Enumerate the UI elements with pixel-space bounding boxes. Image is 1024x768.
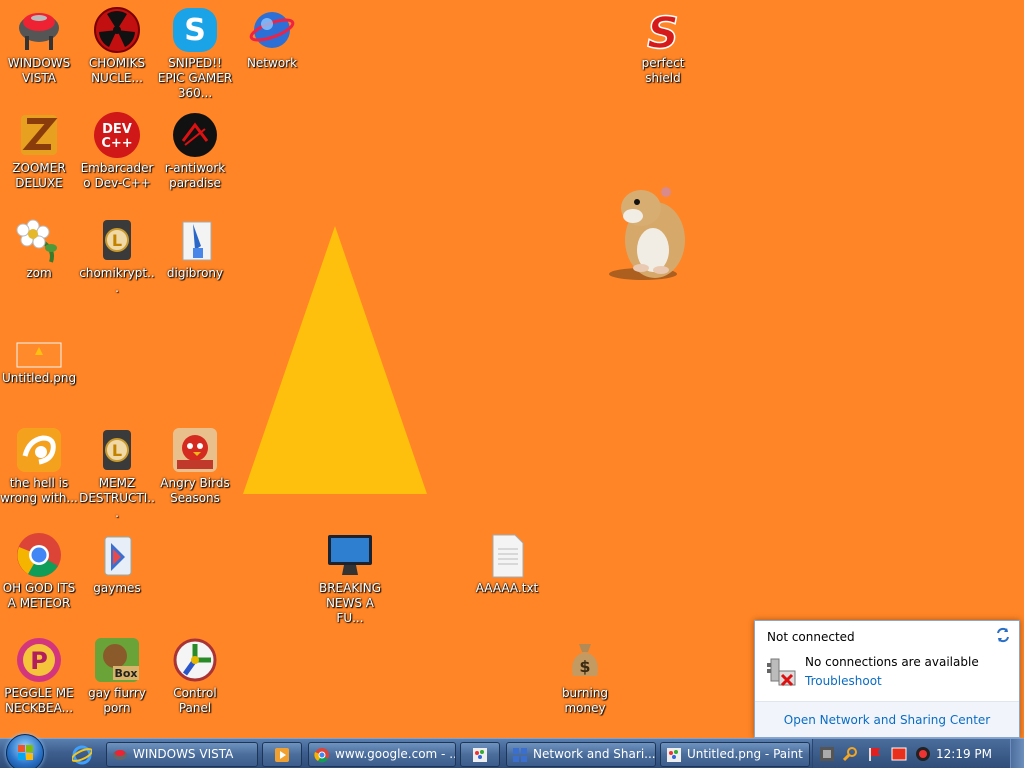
zoomer-icon [15, 111, 63, 159]
desktop-icon-oh-god-its-a-meteor[interactable]: OH GOD ITS A METEOR [0, 531, 78, 611]
svg-text:DEV: DEV [102, 122, 132, 137]
desktop-icon-zom[interactable]: zom [0, 216, 78, 281]
desktop-icon-angry-birds-seasons[interactable]: Angry Birds Seasons [156, 426, 234, 506]
skype-icon: S [171, 6, 219, 54]
desktop-icon-embarcadero-devcpp[interactable]: DEV C++ Embarcadero Dev-C++ [78, 111, 156, 191]
network-globe-icon [248, 6, 296, 54]
clock[interactable]: 12:19 PM [936, 747, 992, 761]
peggle-icon: P [15, 636, 63, 684]
red-app-icon[interactable] [891, 746, 907, 762]
desktop-icon-breaking-news[interactable]: BREAKING NEWS A FU... [311, 531, 389, 626]
desktop-icon-perfect-shield[interactable]: S perfect shield [624, 6, 702, 86]
desktop-icon-control-panel[interactable]: Control Panel [156, 636, 234, 716]
network-sharing-icon [512, 747, 528, 763]
uc-browser-icon [15, 426, 63, 474]
tray-app-icon[interactable] [819, 746, 835, 762]
media-player-icon [274, 747, 290, 763]
desktop-icon-windows-vista[interactable]: WINDOWS VISTA [0, 6, 78, 86]
flyout-message: No connections are available [805, 655, 979, 669]
desktop-icon-untitled-png[interactable]: Untitled.png [0, 321, 78, 386]
flower-icon [15, 216, 63, 264]
radiation-icon [93, 6, 141, 54]
network-disconnected-icon [765, 655, 799, 689]
system-tray: 12:19 PM [812, 739, 1024, 768]
desktop-icon-burning-money[interactable]: $ burning money [546, 636, 624, 716]
windows-start-orb-icon[interactable] [6, 734, 44, 768]
taskbar-button-paint-pinned[interactable] [460, 742, 500, 767]
open-network-sharing-center-link[interactable]: Open Network and Sharing Center [784, 713, 990, 727]
show-desktop-button[interactable] [1010, 739, 1024, 768]
svg-text:S: S [184, 13, 206, 48]
desktop-icon-digibrony[interactable]: digibrony [156, 216, 234, 281]
shortcut-l-icon: L [93, 216, 141, 264]
games-folder-icon [93, 531, 141, 579]
wallpaper-triangle [243, 226, 427, 494]
network-flyout: Not connected No connections are availab… [754, 620, 1020, 738]
svg-text:S: S [647, 8, 679, 54]
flyout-title: Not connected [767, 630, 855, 644]
chrome-icon [314, 747, 330, 763]
troubleshoot-link[interactable]: Troubleshoot [805, 674, 882, 688]
shortcut-l-icon: L [93, 426, 141, 474]
antiwork-icon [171, 111, 219, 159]
search-icon[interactable] [842, 746, 859, 762]
desktop-icon-the-hell-is-wrong[interactable]: the hell is wrong with... [0, 426, 78, 506]
svg-text:L: L [112, 441, 122, 460]
taskbar: WINDOWS VISTA www.google.com - ... Netwo… [0, 734, 1024, 768]
desktop-icon-gay-fiurry-porn[interactable]: Box gay fiurry porn [78, 636, 156, 716]
taskbar-button-media-player[interactable] [262, 742, 302, 767]
grill-icon [15, 6, 63, 54]
svg-text:C++: C++ [101, 136, 132, 151]
paint-icon [666, 747, 682, 763]
control-panel-icon [171, 636, 219, 684]
taskbar-button-google-chrome[interactable]: www.google.com - ... [308, 742, 456, 767]
taskbar-button-network-sharing[interactable]: Network and Shari... [506, 742, 656, 767]
desktop-icon-memz-destructi[interactable]: L MEMZ DESTRUCTI... [78, 426, 156, 521]
document-brush-icon [171, 216, 219, 264]
desktop-icon-r-antiwork-paradise[interactable]: r-antiwork paradise [156, 111, 234, 191]
desktop-icon-network[interactable]: Network [233, 6, 311, 71]
svg-text:Box: Box [114, 667, 137, 680]
desktop-icon-zoomer-deluxe[interactable]: ZOOMER DELUXE [0, 111, 78, 191]
desktop-icon-chomiks-nucle[interactable]: CHOMIKS NUCLE... [78, 6, 156, 86]
flyout-footer: Open Network and Sharing Center [755, 701, 1019, 737]
angry-birds-icon [171, 426, 219, 474]
desktop-icon-sniped-epic-gamer[interactable]: S SNIPED!! EPIC GAMER 360... [156, 6, 234, 101]
image-file-icon [15, 321, 63, 369]
box-beaver-icon: Box [93, 636, 141, 684]
taskbar-button-untitled-paint[interactable]: Untitled.png - Paint [660, 742, 810, 767]
svg-text:P: P [30, 647, 48, 675]
chrome-icon [15, 531, 63, 579]
paint-icon [472, 747, 488, 763]
desktop-icon-peggle-me-neckbea[interactable]: P PEGGLE ME NECKBEA... [0, 636, 78, 716]
refresh-icon[interactable] [995, 627, 1011, 643]
svg-text:L: L [112, 231, 122, 250]
internet-explorer-icon[interactable] [70, 745, 94, 765]
devcpp-icon: DEV C++ [93, 111, 141, 159]
flag-icon[interactable] [867, 746, 883, 762]
grill-icon [112, 747, 128, 763]
monitor-icon [326, 531, 374, 579]
shield-s-icon: S [639, 6, 687, 60]
desktop-icon-aaaaa-txt[interactable]: AAAAA.txt [468, 531, 546, 596]
desktop-icon-chomikrypt[interactable]: L chomikrypt... [78, 216, 156, 296]
text-file-icon [483, 531, 531, 579]
taskbar-button-windows-vista[interactable]: WINDOWS VISTA [106, 742, 258, 767]
record-icon[interactable] [915, 746, 931, 762]
desktop-icon-gaymes[interactable]: gaymes [78, 531, 156, 596]
hamster-gadget[interactable] [603, 178, 693, 282]
svg-text:$: $ [579, 657, 590, 676]
money-bag-icon: $ [561, 636, 609, 684]
